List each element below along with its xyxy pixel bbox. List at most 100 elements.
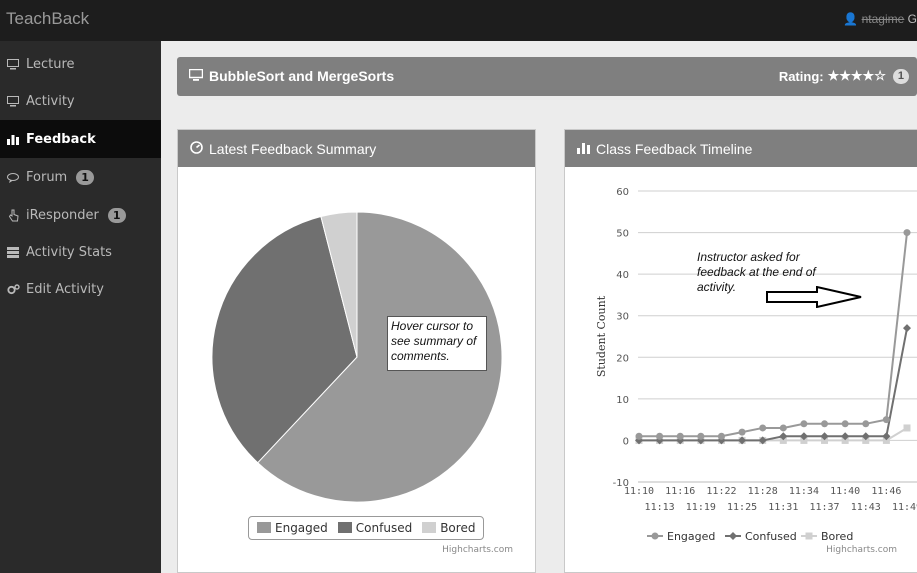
x-tick-label: 11:37 xyxy=(809,502,839,513)
x-tick-label: 11:31 xyxy=(768,502,798,513)
legend-item-engaged[interactable]: Engaged xyxy=(647,530,715,543)
feedback-timeline-card: Class Feedback Timeline -10 0 10 20 30 40 50 60… xyxy=(564,129,917,573)
gears-icon xyxy=(6,282,20,296)
data-point-engaged[interactable] xyxy=(656,432,664,440)
x-tick-label: 11:49 xyxy=(892,502,917,513)
data-point-engaged[interactable] xyxy=(635,432,643,440)
sidebar-item-feedback[interactable]: Feedback xyxy=(0,120,161,158)
legend-item-bored[interactable]: Bored xyxy=(801,530,853,543)
data-point-engaged[interactable] xyxy=(759,424,767,432)
activity-header: BubbleSort and MergeSorts Rating: ★★★★☆ … xyxy=(177,57,917,96)
pie-annotation-line: Hover cursor to xyxy=(391,319,474,333)
data-point-engaged[interactable] xyxy=(800,420,808,428)
data-point-engaged[interactable] xyxy=(779,424,787,432)
sidebar-item-activity-stats[interactable]: Activity Stats xyxy=(0,233,161,271)
highcharts-credit[interactable]: Highcharts.com xyxy=(826,545,897,555)
annotation-arrow-icon xyxy=(766,286,862,308)
dashboard-icon xyxy=(190,140,203,157)
data-point-engaged[interactable] xyxy=(903,229,911,237)
sidebar-item-label: Activity Stats xyxy=(26,244,112,260)
data-point-engaged[interactable] xyxy=(738,428,746,436)
highcharts-credit[interactable]: Highcharts.com xyxy=(442,545,513,555)
x-tick-label: 11:13 xyxy=(645,502,675,513)
sidebar-item-label: iResponder xyxy=(26,207,99,223)
data-point-engaged[interactable] xyxy=(882,416,890,424)
rating-stars: ★★★★☆ xyxy=(827,68,886,83)
legend-item-engaged[interactable]: Engaged xyxy=(257,521,328,535)
data-point-engaged[interactable] xyxy=(862,420,870,428)
sidebar-item-label: Feedback xyxy=(26,131,96,147)
legend-label: Engaged xyxy=(667,530,715,543)
pie-legend: Engaged Confused Bored xyxy=(248,516,485,540)
sidebar-item-forum[interactable]: Forum 1 xyxy=(0,158,161,196)
chat-icon xyxy=(6,170,20,184)
activity-title-wrap: BubbleSort and MergeSorts xyxy=(188,68,395,84)
y-axis-title: Student Count xyxy=(595,295,608,377)
user-menu[interactable]: 👤 ntagime G xyxy=(843,12,917,26)
x-tick-label: 11:40 xyxy=(830,486,860,497)
x-tick-label: 11:43 xyxy=(851,502,881,513)
timeline-annotation-line: feedback at the end of xyxy=(697,265,816,279)
sidebar-item-label: Lecture xyxy=(26,56,75,72)
legend-label: Confused xyxy=(745,530,797,543)
iresponder-badge: 1 xyxy=(107,207,126,223)
legend-label: Bored xyxy=(821,530,853,543)
legend-item-bored[interactable]: Bored xyxy=(422,521,475,535)
data-point-bored[interactable] xyxy=(903,424,911,432)
feedback-summary-header: Latest Feedback Summary xyxy=(178,130,535,167)
sidebar-item-label: Activity xyxy=(26,93,75,109)
data-point-engaged[interactable] xyxy=(676,432,684,440)
monitor-icon xyxy=(188,68,204,84)
pie-annotation-line: comments. xyxy=(391,349,450,363)
rating-display: Rating: ★★★★☆ 1 xyxy=(779,68,909,84)
sidebar: Lecture Activity Feedback Forum 1 iRespo… xyxy=(0,41,161,573)
data-point-engaged[interactable] xyxy=(717,432,725,440)
data-point-confused[interactable] xyxy=(903,324,911,333)
top-navbar: TeachBack 👤 ntagime G xyxy=(0,0,917,41)
x-tick-label: 11:22 xyxy=(706,486,736,497)
rating-count-badge: 1 xyxy=(892,68,909,84)
data-point-engaged[interactable] xyxy=(841,420,849,428)
y-tick-label: 10 xyxy=(616,395,629,406)
x-tick-label: 11:16 xyxy=(665,486,695,497)
y-tick-label: 0 xyxy=(623,436,629,447)
y-tick-label: 40 xyxy=(616,270,629,281)
user-icon: 👤 xyxy=(843,12,859,26)
pie-annotation: Hover cursor to see summary of comments. xyxy=(387,316,487,371)
legend-item-confused[interactable]: Confused xyxy=(337,521,413,535)
sidebar-item-lecture[interactable]: Lecture xyxy=(0,45,161,83)
bar-chart-icon xyxy=(577,141,590,157)
legend-item-confused[interactable]: Confused xyxy=(725,530,797,543)
legend-label: Confused xyxy=(355,521,413,535)
monitor-icon xyxy=(6,57,20,71)
x-tick-label: 11:34 xyxy=(789,486,819,497)
bar-chart-icon xyxy=(6,132,20,146)
legend-label: Bored xyxy=(440,521,476,535)
forum-badge: 1 xyxy=(76,169,94,185)
y-tick-label: 50 xyxy=(616,229,629,240)
timeline-annotation-line: Instructor asked for xyxy=(697,250,800,264)
x-tick-label: 11:46 xyxy=(871,486,901,497)
hand-pointer-icon xyxy=(6,208,20,222)
y-tick-label: 60 xyxy=(616,187,629,198)
user-suffix: G xyxy=(907,12,917,26)
timeline-line-chart[interactable]: -10010203040506011:1011:1311:1611:1911:2… xyxy=(565,167,917,571)
x-tick-label: 11:25 xyxy=(727,502,757,513)
sidebar-item-label: Forum xyxy=(26,169,68,185)
sidebar-item-edit-activity[interactable]: Edit Activity xyxy=(0,270,161,308)
y-tick-label: 20 xyxy=(616,353,629,364)
user-name: ntagime xyxy=(861,12,905,26)
feedback-timeline-header: Class Feedback Timeline xyxy=(565,130,917,167)
activity-title: BubbleSort and MergeSorts xyxy=(209,68,395,84)
monitor-icon xyxy=(6,94,20,108)
data-point-engaged[interactable] xyxy=(821,420,829,428)
app-brand[interactable]: TeachBack xyxy=(6,9,89,29)
feedback-timeline-title: Class Feedback Timeline xyxy=(596,140,753,157)
y-tick-label: 30 xyxy=(616,312,629,323)
sidebar-item-activity[interactable]: Activity xyxy=(0,82,161,120)
sidebar-item-iresponder[interactable]: iResponder 1 xyxy=(0,196,161,234)
x-tick-label: 11:19 xyxy=(686,502,716,513)
data-point-engaged[interactable] xyxy=(697,432,705,440)
feedback-summary-title: Latest Feedback Summary xyxy=(209,140,377,157)
feedback-summary-card: Latest Feedback Summary Hover cursor to … xyxy=(177,129,536,573)
